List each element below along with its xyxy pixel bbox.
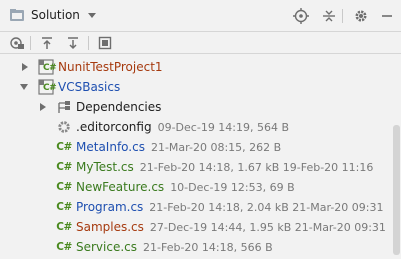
show-active-icon[interactable]	[8, 34, 26, 52]
tree-item-mytest-cs[interactable]: C# MyTest.cs 21-Feb-20 14:18, 1.67 kB 19-…	[0, 157, 390, 177]
chevron-down-icon[interactable]	[87, 12, 96, 18]
tree-item-metainfo-cs[interactable]: C# MetaInfo.cs 21-Mar-20 08:15, 262 B	[0, 137, 390, 157]
solution-toolbar	[0, 32, 401, 54]
stash-icon[interactable]	[96, 34, 114, 52]
push-icon[interactable]	[64, 34, 82, 52]
tree-item-label: VCSBasics	[58, 80, 121, 94]
csharp-file-icon: C#	[56, 201, 72, 213]
minimize-icon[interactable]	[378, 7, 396, 25]
tree-item-vcsbasics[interactable]: C# VCSBasics	[0, 77, 390, 97]
tree-item-editorconfig[interactable]: .editorconfig 09-Dec-19 14:19, 564 B	[0, 117, 390, 137]
csharp-project-icon: C#	[38, 79, 57, 95]
tree-item-program-cs[interactable]: C# Program.cs 21-Feb-20 14:18, 2.04 kB 21…	[0, 197, 390, 217]
file-meta: 21-Feb-20 14:18, 1.67 kB 19-Feb-20 11:16	[139, 161, 374, 174]
tree-item-dependencies[interactable]: Dependencies	[0, 97, 390, 117]
tree-item-label: Program.cs 21-Feb-20 14:18, 2.04 kB 21-Ma…	[76, 200, 384, 214]
solution-header: Solution	[0, 0, 401, 32]
tree-item-label: .editorconfig 09-Dec-19 14:19, 564 B	[76, 120, 290, 134]
tree-item-service-cs[interactable]: C# Service.cs 21-Feb-20 14:18, 566 B	[0, 237, 390, 257]
solution-icon	[9, 7, 25, 23]
tree-item-label: Dependencies	[76, 100, 162, 114]
solution-tree: C# NunitTestProject1 C# VCSBasics Depend…	[0, 55, 401, 259]
chevron-right-icon[interactable]	[40, 103, 46, 111]
collapse-all-icon[interactable]	[320, 7, 338, 25]
vertical-scrollbar[interactable]	[393, 125, 400, 255]
file-meta: 27-Dec-19 14:44, 1.95 kB 21-Mar-20 09:31	[149, 221, 386, 234]
csharp-file-icon: C#	[56, 221, 72, 233]
tree-item-nunittestproject1[interactable]: C# NunitTestProject1	[0, 57, 390, 77]
pull-icon[interactable]	[38, 34, 56, 52]
tree-item-label: MetaInfo.cs 21-Mar-20 08:15, 262 B	[76, 140, 282, 154]
crosshair-icon[interactable]	[292, 7, 310, 25]
csharp-file-icon: C#	[56, 241, 72, 253]
csharp-file-icon: C#	[56, 181, 72, 193]
tree-item-label: NunitTestProject1	[58, 60, 163, 74]
toolbar-divider	[88, 36, 89, 50]
file-meta: 21-Feb-20 14:18, 566 B	[143, 241, 273, 254]
solution-title-dropdown[interactable]: Solution	[9, 7, 96, 23]
csharp-project-icon: C#	[38, 59, 57, 75]
tree-item-newfeature-cs[interactable]: C# NewFeature.cs 10-Dec-19 12:53, 69 B	[0, 177, 390, 197]
file-meta: 10-Dec-19 12:53, 69 B	[170, 181, 295, 194]
tree-item-label: Service.cs 21-Feb-20 14:18, 566 B	[76, 240, 273, 254]
tree-item-label: MyTest.cs 21-Feb-20 14:18, 1.67 kB 19-Feb…	[76, 160, 374, 174]
solution-title: Solution	[31, 8, 80, 22]
toolbar-divider	[30, 36, 31, 50]
csharp-file-icon: C#	[56, 141, 72, 153]
tree-item-samples-cs[interactable]: C# Samples.cs 27-Dec-19 14:44, 1.95 kB 21…	[0, 217, 390, 237]
file-meta: 09-Dec-19 14:19, 564 B	[157, 121, 290, 134]
header-divider	[342, 9, 343, 23]
csharp-file-icon: C#	[56, 161, 72, 173]
file-meta: 21-Mar-20 08:15, 262 B	[150, 141, 282, 154]
gear-icon	[56, 119, 72, 135]
tree-item-label: NewFeature.cs 10-Dec-19 12:53, 69 B	[76, 180, 295, 194]
chevron-down-icon[interactable]	[20, 84, 28, 90]
file-meta: 21-Feb-20 14:18, 2.04 kB 21-Mar-20 09:31	[149, 201, 384, 214]
gear-icon[interactable]	[352, 7, 370, 25]
chevron-right-icon[interactable]	[22, 63, 28, 71]
tree-item-label: Samples.cs 27-Dec-19 14:44, 1.95 kB 21-Ma…	[76, 220, 386, 234]
dependencies-icon	[56, 99, 72, 115]
